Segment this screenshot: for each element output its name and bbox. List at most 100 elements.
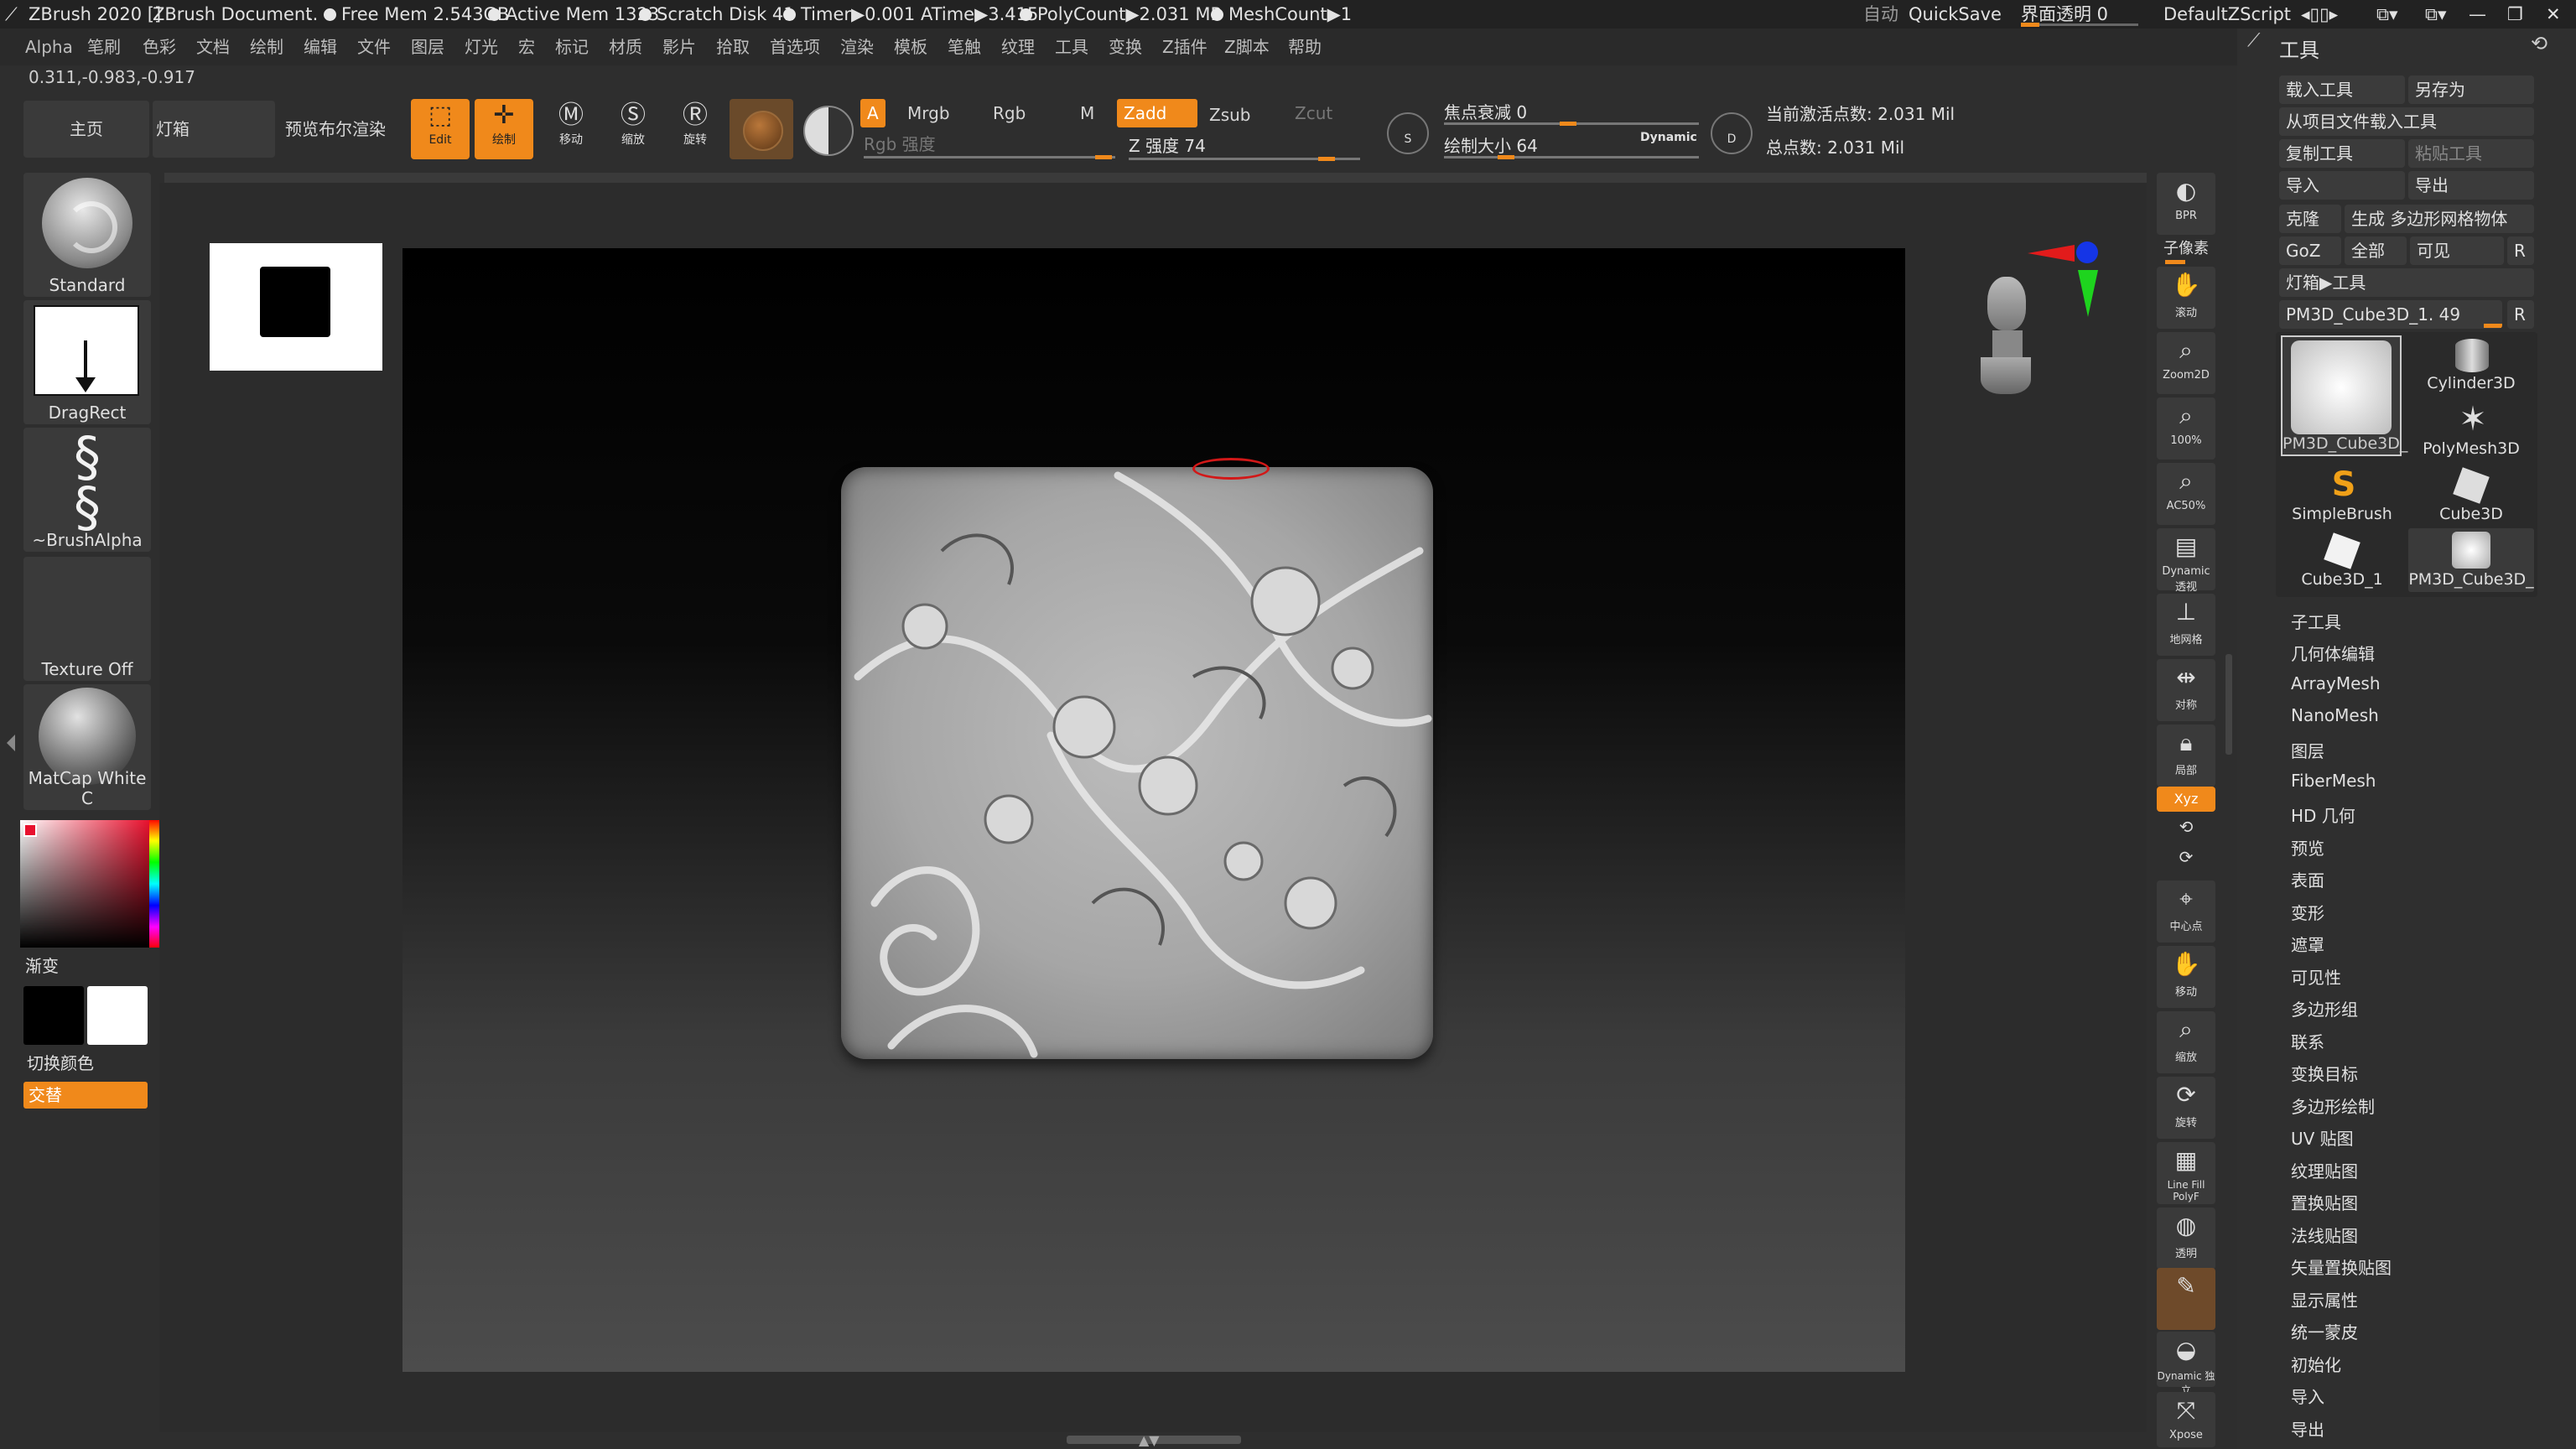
bpr-preview-button[interactable]: 预览布尔渲染 — [280, 101, 391, 158]
switch-color-button[interactable]: 切换颜色 — [27, 1050, 94, 1074]
rgb-intensity-slider[interactable] — [864, 156, 1115, 158]
lightbox-tools-button[interactable]: 灯箱▶工具 — [2279, 268, 2534, 297]
subpalette-displacement-map[interactable]: 置换贴图 — [2291, 1190, 2358, 1214]
subpixel-button[interactable]: 子像素 — [2157, 236, 2215, 265]
layout-arrows-icon[interactable]: ◂▯▯▸ — [2301, 0, 2338, 29]
subpalette-hd-geometry[interactable]: HD 几何 — [2291, 802, 2355, 827]
center-point-button[interactable]: ⌖ 中心点 — [2157, 880, 2215, 943]
solo-button[interactable]: ✎ — [2157, 1268, 2215, 1330]
gradient-label[interactable]: 渐变 — [25, 953, 59, 977]
subpalette-unified-skin[interactable]: 统一蒙皮 — [2291, 1319, 2358, 1343]
subpalette-masking[interactable]: 遮罩 — [2291, 932, 2324, 956]
make-polymesh-button[interactable]: 生成 多边形网格物体 — [2345, 205, 2534, 233]
current-tool-r-button[interactable]: R — [2507, 300, 2534, 329]
transparency-knob[interactable] — [2021, 23, 2039, 27]
subpalette-deformation[interactable]: 变形 — [2291, 900, 2324, 924]
perspective-button[interactable]: ▤ Dynamic 透视 — [2157, 528, 2215, 594]
draw-size-knob[interactable] — [1498, 155, 1514, 159]
scale-view-button[interactable]: ⌕ 缩放 — [2157, 1011, 2215, 1073]
menu-item[interactable]: Alpha — [25, 29, 73, 65]
rotate-button[interactable]: Ⓡ 旋转 — [667, 99, 723, 159]
menu-item[interactable]: 图层 — [411, 29, 444, 65]
m-button[interactable]: M — [1073, 99, 1101, 127]
mrgb-button[interactable]: Mrgb — [901, 99, 957, 127]
menu-item[interactable]: 绘制 — [250, 29, 283, 65]
brush-selector[interactable]: Standard — [23, 173, 151, 297]
menu-item[interactable]: 拾取 — [716, 29, 750, 65]
sculpt-mode-toggle-icon[interactable] — [803, 106, 854, 156]
transparency-button[interactable]: ◍ 透明 — [2157, 1208, 2215, 1270]
subpalette-export[interactable]: 导出 — [2291, 1416, 2324, 1441]
move-view-button[interactable]: ✋ 移动 — [2157, 946, 2215, 1008]
current-tool-slider-knob[interactable] — [2484, 324, 2502, 328]
subpalette-normal-map[interactable]: 法线贴图 — [2291, 1223, 2358, 1247]
move-button[interactable]: Ⓜ 移动 — [543, 99, 599, 159]
menu-item[interactable]: 模板 — [894, 29, 927, 65]
focal-shift-s-icon[interactable]: S — [1387, 112, 1429, 154]
refresh-icon[interactable]: ⟲ — [2531, 32, 2547, 55]
rotate-axis-z-icon[interactable]: ⟳ — [2157, 847, 2215, 872]
pin-icon[interactable]: ⟋ — [2247, 30, 2260, 51]
subpalette-vector-displacement[interactable]: 矢量置换贴图 — [2291, 1254, 2392, 1279]
subpalette-layers[interactable]: 图层 — [2291, 738, 2324, 762]
tool-thumb-simplebrush[interactable]: S SimpleBrush — [2279, 466, 2405, 525]
zoom2d-button[interactable]: ⌕ Zoom2D — [2157, 332, 2215, 394]
material-sphere-button[interactable] — [730, 99, 793, 159]
subpalette-nanomesh[interactable]: NanoMesh — [2291, 705, 2379, 725]
subpalette-surface[interactable]: 表面 — [2291, 867, 2324, 891]
alpha-selector[interactable]: § § ~BrushAlpha — [23, 428, 151, 552]
subpalette-preview[interactable]: 预览 — [2291, 835, 2324, 860]
menu-item[interactable]: 材质 — [609, 29, 642, 65]
subpalette-texture-map[interactable]: 纹理贴图 — [2291, 1158, 2358, 1182]
color-picker-marker[interactable] — [23, 823, 37, 837]
rgb-button[interactable]: Rgb — [986, 99, 1032, 127]
draw-size-slider[interactable] — [1444, 156, 1699, 158]
load-from-project-button[interactable]: 从项目文件载入工具 — [2279, 107, 2534, 136]
polyframe-button[interactable]: ▦ Line Fill PolyF — [2157, 1142, 2215, 1204]
minimize-icon[interactable]: — — [2469, 0, 2486, 29]
subpixel-slider-knob[interactable] — [2165, 260, 2185, 264]
scale-button[interactable]: Ⓢ 缩放 — [605, 99, 661, 159]
dynamic-solo-button[interactable]: ◒ Dynamic 独立 — [2157, 1332, 2215, 1396]
subpalette-contact[interactable]: 联系 — [2291, 1029, 2324, 1053]
menu-item[interactable]: 灯光 — [465, 29, 498, 65]
default-zscript-button[interactable]: DefaultZScript — [2163, 0, 2291, 29]
clone-button[interactable]: 克隆 — [2279, 205, 2341, 233]
antialiased-half-button[interactable]: ⌕ AC50% — [2157, 463, 2215, 525]
menu-item[interactable]: 渲染 — [840, 29, 874, 65]
menu-item[interactable]: 变换 — [1109, 29, 1142, 65]
load-tool-button[interactable]: 载入工具 — [2279, 75, 2405, 104]
canvas-top-scrollbar[interactable] — [164, 173, 2147, 183]
y-axis-gizmo-icon[interactable] — [2078, 270, 2098, 317]
tool-thumb-pm3d-cube[interactable]: PM3D_Cube3D_ — [2281, 335, 2407, 456]
palette-toggle-icon[interactable]: ⧉▾ — [2376, 0, 2398, 29]
left-tray-toggle-icon[interactable] — [7, 735, 15, 751]
right-tray-divider[interactable] — [2225, 654, 2232, 755]
menu-item[interactable]: 笔刷 — [87, 29, 121, 65]
close-icon[interactable]: ✕ — [2546, 0, 2561, 29]
menu-item[interactable]: 纹理 — [1001, 29, 1035, 65]
tool-thumb-cube[interactable]: Cube3D — [2408, 466, 2534, 525]
transparency-slider[interactable]: 界面透明 0 — [2021, 0, 2138, 29]
menu-item[interactable]: 首选项 — [770, 29, 820, 65]
edit-button[interactable]: ⬚ Edit — [411, 99, 470, 159]
xpose-button[interactable]: ⤧ Xpose — [2157, 1392, 2215, 1447]
copy-tool-button[interactable]: 复制工具 — [2279, 139, 2405, 168]
rotate-axis-y-icon[interactable]: ⟲ — [2157, 817, 2215, 842]
subpalette-fibermesh[interactable]: FiberMesh — [2291, 771, 2376, 791]
menu-item[interactable]: Z插件 — [1162, 29, 1208, 65]
menu-item[interactable]: 文档 — [196, 29, 230, 65]
import-button[interactable]: 导入 — [2279, 171, 2405, 200]
dynamic-d-icon[interactable]: D — [1711, 112, 1753, 154]
paste-tool-button[interactable]: 粘贴工具 — [2408, 139, 2534, 168]
xyz-symmetry-button[interactable]: Xyz — [2157, 787, 2215, 812]
subpalette-arraymesh[interactable]: ArrayMesh — [2291, 673, 2381, 693]
tool-thumb-cylinder[interactable]: Cylinder3D — [2408, 335, 2534, 394]
local-symmetry-button[interactable]: 🔒︎ 局部 — [2157, 724, 2215, 787]
save-as-button[interactable]: 另存为 — [2408, 75, 2534, 104]
rotate-view-button[interactable]: ⟳ 旋转 — [2157, 1077, 2215, 1139]
zadd-button[interactable]: Zadd — [1117, 99, 1197, 127]
menu-item[interactable]: 影片 — [662, 29, 696, 65]
focal-shift-knob[interactable] — [1560, 122, 1576, 126]
scroll-button[interactable]: ✋ 滚动 — [2157, 267, 2215, 329]
